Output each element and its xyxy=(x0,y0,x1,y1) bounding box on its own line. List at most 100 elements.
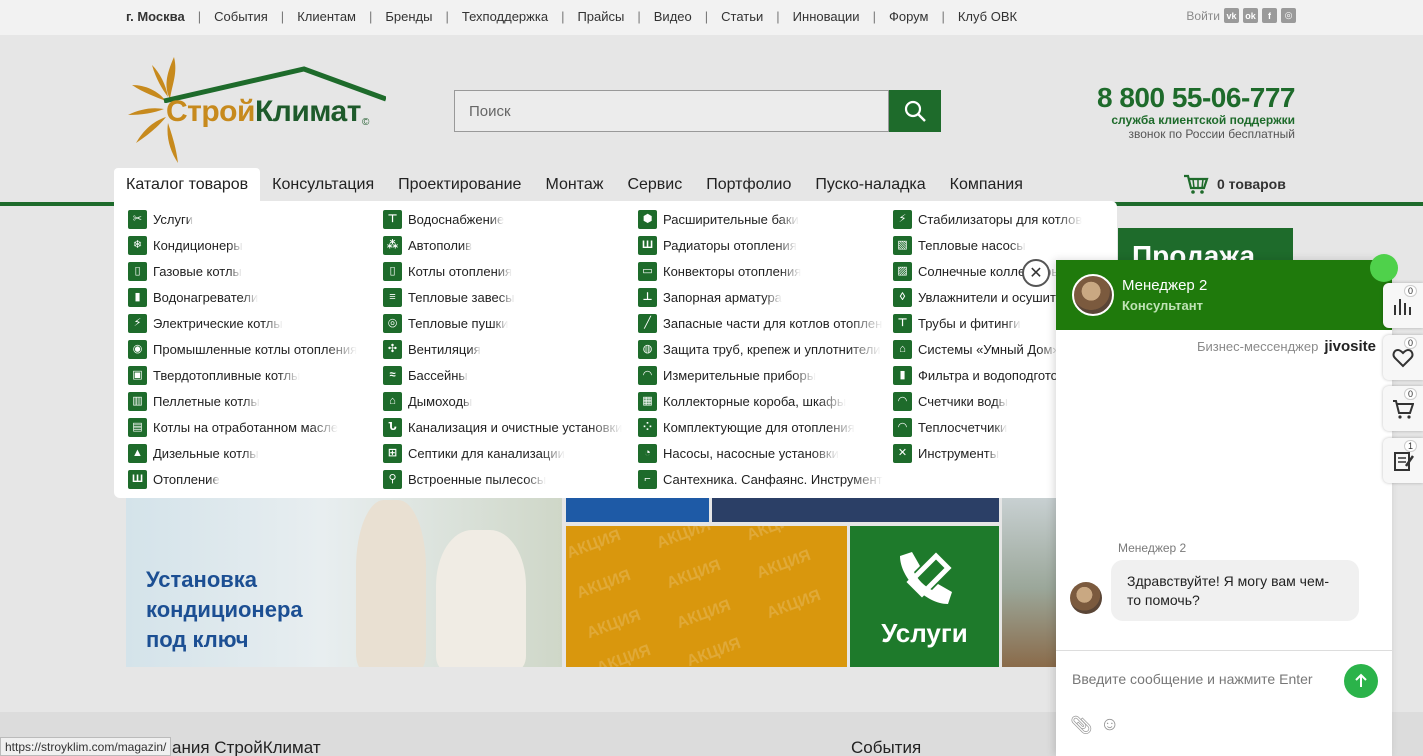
nav-consultation[interactable]: Консультация xyxy=(260,168,386,202)
catalog-item[interactable]: ≡ Тепловые завесы xyxy=(383,284,628,310)
notepad-tab[interactable]: 1 xyxy=(1383,438,1423,483)
catalog-item[interactable]: ◉ Промышленные котлы отопления xyxy=(128,336,373,362)
catalog-item[interactable]: ⊞ Септики для канализации xyxy=(383,440,628,466)
catalog-item[interactable]: ◎ Тепловые пушки xyxy=(383,310,628,336)
nav-company[interactable]: Компания xyxy=(938,168,1035,202)
catalog-item[interactable]: ▦ Коллекторные короба, шкафы xyxy=(638,388,883,414)
catalog-item[interactable]: ≈ Бассейны xyxy=(383,362,628,388)
site-logo[interactable]: СтройКлимат © xyxy=(126,55,386,165)
catalog-item[interactable]: ▤ Котлы на отработанном масле xyxy=(128,414,373,440)
catalog-item[interactable]: ⚡ Электрические котлы xyxy=(128,310,373,336)
chat-input[interactable]: Введите сообщение и нажмите Enter xyxy=(1072,671,1313,687)
top-link-forum[interactable]: Форум xyxy=(889,9,929,24)
catalog-item[interactable]: ◠ Измерительные приборы xyxy=(638,362,883,388)
catalog-item[interactable]: ▣ Твердотопливные котлы xyxy=(128,362,373,388)
odnoklassniki-icon[interactable]: ok xyxy=(1243,8,1258,23)
nav-design[interactable]: Проектирование xyxy=(386,168,533,202)
catalog-item[interactable]: Ш Отопление xyxy=(128,466,373,492)
catalog-item[interactable]: ⁘ Комплектующие для отопления xyxy=(638,414,883,440)
message-sender: Менеджер 2 xyxy=(1118,541,1187,555)
house-tile[interactable] xyxy=(1002,470,1058,667)
valve-icon: ⊥ xyxy=(638,287,657,307)
vk-icon[interactable]: vk xyxy=(1224,8,1239,23)
catalog-item[interactable]: ◍ Защита труб, крепеж и уплотнители xyxy=(638,336,883,362)
nav-portfolio[interactable]: Портфолио xyxy=(694,168,803,202)
banner-person xyxy=(356,500,426,667)
boiler-icon: ▯ xyxy=(383,261,402,281)
septic-icon: ⊞ xyxy=(383,443,402,463)
city-selector[interactable]: г. Москва xyxy=(126,9,185,24)
top-link-prices[interactable]: Прайсы xyxy=(577,9,624,24)
fan-icon: ✣ xyxy=(383,339,402,359)
top-link-events[interactable]: События xyxy=(214,9,268,24)
pipes-icon: ⊤ xyxy=(893,313,912,333)
catalog-item[interactable]: ▧ Тепловые насосы xyxy=(893,232,1138,258)
services-tile[interactable]: Услуги xyxy=(850,526,999,667)
catalog-item[interactable]: ⚲ Встроенные пылесосы xyxy=(383,466,628,492)
manager-role: Консультант xyxy=(1122,298,1203,313)
catalog-item[interactable]: ▥ Пеллетные котлы xyxy=(128,388,373,414)
notepad-count: 1 xyxy=(1403,440,1417,452)
search-icon xyxy=(904,100,926,122)
catalog-item[interactable]: ▯ Котлы отопления xyxy=(383,258,628,284)
attach-icon[interactable]: 📎︎ xyxy=(1070,715,1093,736)
catalog-item[interactable]: ✣ Вентиляция xyxy=(383,336,628,362)
catalog-item[interactable]: ▭ Конвекторы отопления xyxy=(638,258,883,284)
akcia-banner[interactable]: АКЦИЯ АКЦИЯ АКЦИЯ АКЦИЯ АКЦИЯ АКЦИЯ АКЦИ… xyxy=(566,526,847,667)
nav-catalog[interactable]: Каталог товаров xyxy=(114,168,261,202)
catalog-item[interactable]: ▯ Газовые котлы xyxy=(128,258,373,284)
logo-text: СтройКлимат xyxy=(166,95,361,128)
message-avatar xyxy=(1070,582,1102,614)
top-link-clients[interactable]: Клиентам xyxy=(297,9,356,24)
phone-number[interactable]: 8 800 55-06-777 xyxy=(1097,83,1296,113)
facebook-icon[interactable]: f xyxy=(1262,8,1277,23)
emoji-icon[interactable]: ☺ xyxy=(1100,714,1119,736)
nav-commissioning[interactable]: Пуско-наладка xyxy=(803,168,937,202)
banner-person xyxy=(436,530,526,667)
convector-icon: ▭ xyxy=(638,261,657,281)
main-nav: Каталог товаров Консультация Проектирова… xyxy=(114,168,1035,202)
favorites-tab[interactable]: 0 xyxy=(1383,335,1423,380)
catalog-item[interactable]: ❄ Кондиционеры xyxy=(128,232,373,258)
nav-service[interactable]: Сервис xyxy=(615,168,694,202)
manifold-box-icon: ▦ xyxy=(638,391,657,411)
catalog-item[interactable]: ▮ Водонагреватели xyxy=(128,284,373,310)
manager-avatar xyxy=(1072,274,1114,316)
cart-tab[interactable]: 0 xyxy=(1383,386,1423,431)
catalog-item[interactable]: ╱ Запасные части для котлов отопления xyxy=(638,310,883,336)
send-button[interactable] xyxy=(1344,664,1378,698)
radiator-icon: Ш xyxy=(638,235,657,255)
top-link-innovations[interactable]: Инновации xyxy=(793,9,860,24)
catalog-item[interactable]: ⊤ Водоснабжение xyxy=(383,206,628,232)
top-link-brands[interactable]: Бренды xyxy=(385,9,432,24)
jivosite-logo[interactable]: jivosite xyxy=(1324,338,1376,355)
top-link-club[interactable]: Клуб ОВК xyxy=(958,9,1017,24)
top-link-support[interactable]: Техподдержка xyxy=(462,9,548,24)
search-input[interactable] xyxy=(454,90,889,132)
catalog-item[interactable]: ⊥ Запорная арматура xyxy=(638,284,883,310)
catalog-item[interactable]: ✂ Услуги xyxy=(128,206,373,232)
top-link-video[interactable]: Видео xyxy=(654,9,692,24)
chat-close-button[interactable]: ✕ xyxy=(1022,259,1050,287)
catalog-item[interactable]: Ш Радиаторы отопления xyxy=(638,232,883,258)
pipe-protection-icon: ◍ xyxy=(638,339,657,359)
catalog-item[interactable]: ⚡ Стабилизаторы для котлов xyxy=(893,206,1138,232)
heart-icon xyxy=(1392,348,1414,367)
top-link-articles[interactable]: Статьи xyxy=(721,9,763,24)
instagram-icon[interactable]: ◎ xyxy=(1281,8,1296,23)
install-banner[interactable]: Установка кондиционера под ключ xyxy=(126,470,562,667)
catalog-item[interactable]: Ն Канализация и очистные установки xyxy=(383,414,628,440)
catalog-item[interactable]: ⁂ Автополив xyxy=(383,232,628,258)
catalog-item[interactable]: ⬢ Расширительные баки xyxy=(638,206,883,232)
catalog-item[interactable]: ▲ Дизельные котлы xyxy=(128,440,373,466)
arrow-up-icon xyxy=(1355,673,1367,687)
search-button[interactable] xyxy=(889,90,941,132)
nav-installation[interactable]: Монтаж xyxy=(533,168,615,202)
catalog-item[interactable]: ⌐ Сантехника. Санфаянс. Инструменты xyxy=(638,466,883,492)
catalog-dropdown: ✂ Услуги ❄ Кондиционеры ▯ Газовые котлы ▮ Во… xyxy=(114,201,1117,498)
header-cart[interactable]: 0 товаров xyxy=(1183,174,1286,194)
catalog-item[interactable]: ◔ Насосы, насосные установки xyxy=(638,440,883,466)
compare-tab[interactable]: 0 xyxy=(1383,283,1423,328)
login-label[interactable]: Войти xyxy=(1186,9,1220,23)
catalog-item[interactable]: ⌂ Дымоходы xyxy=(383,388,628,414)
